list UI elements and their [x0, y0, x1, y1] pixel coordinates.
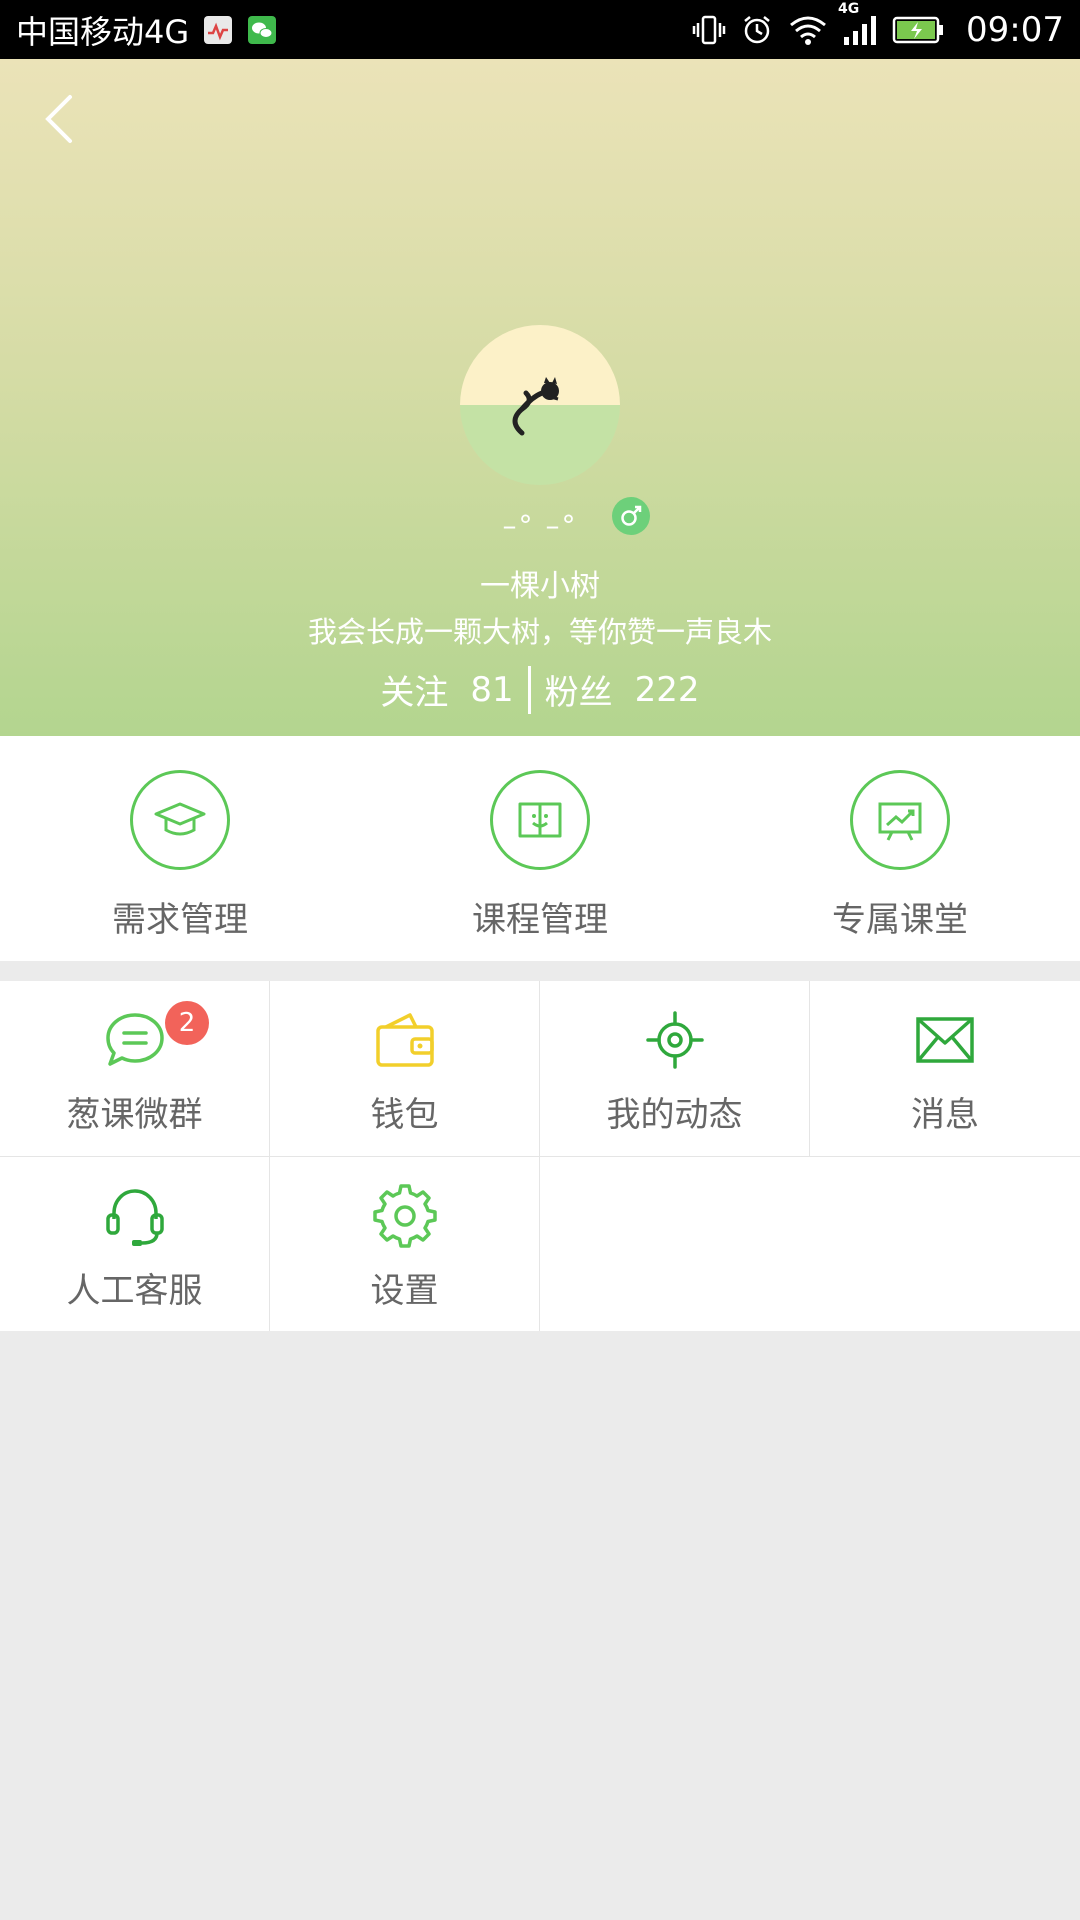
- demand-management-button[interactable]: 需求管理: [0, 736, 360, 961]
- fans-count: 222: [634, 669, 700, 710]
- status-bar: 中国移动4G 4G 09:07: [0, 0, 1080, 59]
- customer-service-label: 人工客服: [66, 1271, 203, 1311]
- wallet-icon: [372, 1007, 438, 1073]
- fans-stat[interactable]: 粉丝 222: [531, 665, 714, 714]
- network-type-label: 4G: [838, 0, 860, 17]
- username: 一棵小树: [480, 569, 600, 604]
- wechat-icon: [247, 15, 277, 45]
- wifi-icon: [788, 13, 828, 47]
- primary-menu: 需求管理 课程管理 专属课堂: [0, 736, 1080, 961]
- unread-badge: 2: [165, 1001, 209, 1045]
- profile-banner: –° –° 一棵小树 我会长成一颗大树，等你赞一声良木 关注 81 粉丝 222: [0, 59, 1080, 736]
- secondary-menu: 葱课微群 2 钱包 我的动态 消息 人工客服 设置: [0, 981, 1080, 1331]
- following-stat[interactable]: 关注 81: [366, 665, 527, 714]
- presentation-board-icon: [850, 770, 950, 870]
- status-bar-left: 中国移动4G: [16, 7, 277, 53]
- nickname: –° –°: [502, 509, 578, 542]
- status-bar-right: 4G 09:07: [692, 1, 1064, 50]
- chat-bubble-icon: [102, 1007, 168, 1073]
- chevron-left-icon: [45, 95, 72, 143]
- follow-stats: 关注 81 粉丝 222: [0, 665, 1080, 714]
- course-management-button[interactable]: 课程管理: [360, 736, 720, 961]
- messages-button[interactable]: 消息: [810, 981, 1080, 1157]
- profile-motto: 我会长成一颗大树，等你赞一声良木: [307, 615, 772, 649]
- settings-label: 设置: [370, 1271, 439, 1311]
- graduation-cap-icon: [130, 770, 230, 870]
- wallet-label: 钱包: [370, 1095, 439, 1135]
- clock: 09:07: [966, 9, 1064, 50]
- open-book-icon: [490, 770, 590, 870]
- back-button[interactable]: [32, 91, 88, 147]
- wallet-button[interactable]: 钱包: [270, 981, 540, 1157]
- following-count: 81: [470, 669, 514, 710]
- target-icon: [642, 1007, 708, 1073]
- vibrate-icon: [692, 13, 726, 47]
- my-activity-label: 我的动态: [606, 1095, 743, 1135]
- envelope-icon: [912, 1007, 978, 1073]
- male-icon: [612, 497, 650, 535]
- carrier-label: 中国移动4G: [16, 12, 190, 51]
- cat-avatar-icon: [512, 377, 559, 436]
- messages-label: 消息: [911, 1095, 979, 1135]
- exclusive-classroom-label: 专属课堂: [832, 900, 968, 940]
- my-activity-button[interactable]: 我的动态: [540, 981, 810, 1157]
- settings-button[interactable]: 设置: [270, 1157, 540, 1331]
- headset-icon: [102, 1183, 168, 1249]
- alarm-icon: [740, 13, 774, 47]
- empty-grid-space: [540, 1157, 1080, 1331]
- exclusive-classroom-button[interactable]: 专属课堂: [720, 736, 1080, 961]
- following-label: 关注: [380, 673, 449, 713]
- fans-label: 粉丝: [544, 673, 613, 713]
- battery-charging-icon: [892, 13, 946, 47]
- signal-icon: 4G: [838, 1, 878, 47]
- gear-icon: [372, 1183, 438, 1249]
- demand-management-label: 需求管理: [112, 900, 248, 940]
- chat-group-label: 葱课微群: [66, 1095, 203, 1135]
- avatar[interactable]: [460, 325, 620, 485]
- health-app-icon: [203, 15, 233, 45]
- chat-group-button[interactable]: 葱课微群 2: [0, 981, 270, 1157]
- course-management-label: 课程管理: [472, 900, 608, 940]
- customer-service-button[interactable]: 人工客服: [0, 1157, 270, 1331]
